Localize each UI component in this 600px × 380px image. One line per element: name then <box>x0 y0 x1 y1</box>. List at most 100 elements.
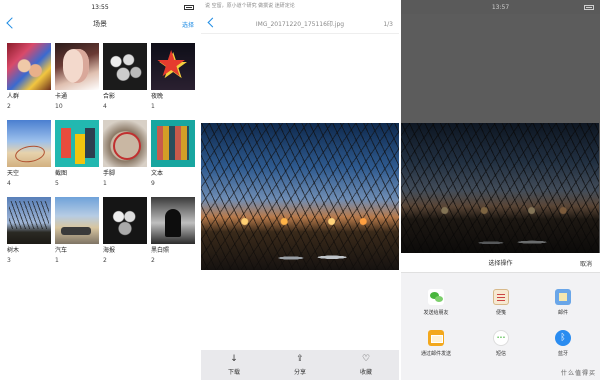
album-count: 1 <box>55 257 59 264</box>
dimmed-photo <box>401 123 599 253</box>
share-label: 分享 <box>293 369 306 376</box>
share-icon: ⇪ <box>296 354 304 364</box>
album-count: 1 <box>151 103 155 110</box>
option-label: 发送给朋友 <box>423 310 449 316</box>
album-count: 5 <box>55 180 59 187</box>
option-label: 通过邮件发送 <box>420 351 451 357</box>
email-icon <box>428 330 444 346</box>
notification-text: 说 空留，原小道个研究 做撰说 迷研定论 <box>205 3 295 9</box>
album-thumbnail <box>151 43 195 90</box>
notes-option[interactable]: 便笺 <box>471 289 531 316</box>
download-icon: ↓ <box>230 354 238 364</box>
album-thumbnail <box>151 120 195 167</box>
send-to-friend-option[interactable]: 发送给朋友 <box>406 289 466 316</box>
album-count: 1 <box>103 180 107 187</box>
album-label: 合影 <box>103 93 116 100</box>
share-sheet-panel: 13:57 选择操作 取消 发送给朋友 便笺 邮件 通过邮件发送 ••• 短信 … <box>401 0 600 380</box>
albums-panel: 13:55 场景 选择 人群 2 卡通 10 合影 4 夜晚 1 天 <box>0 0 200 380</box>
photo-trees <box>401 123 599 253</box>
battery-icon <box>583 4 594 10</box>
album-thumbnail <box>55 43 99 90</box>
album-item-sky[interactable]: 天空 4 <box>7 120 51 187</box>
option-label: 蓝牙 <box>557 351 568 357</box>
album-label: 人群 <box>7 93 20 100</box>
photo-cars <box>260 249 364 265</box>
wechat-icon <box>428 289 444 305</box>
battery-icon <box>184 4 195 10</box>
favorite-label: 收藏 <box>359 369 372 376</box>
album-thumbnail <box>7 43 51 90</box>
select-button[interactable]: 选择 <box>182 20 194 29</box>
option-label: 短信 <box>495 351 506 357</box>
album-thumbnail <box>55 120 99 167</box>
viewer-toolbar: ↓ 下载 ⇪ 分享 ♡ 收藏 <box>201 350 399 380</box>
photo-cars <box>460 234 564 248</box>
album-label: 汽车 <box>55 247 68 254</box>
album-label: 卡通 <box>55 93 68 100</box>
album-label: 夜晚 <box>151 93 164 100</box>
bluetooth-icon: ᛒ <box>555 330 571 346</box>
file-name: IMG_20171220_175116印.jpg <box>255 21 345 28</box>
album-item-black-white[interactable]: 黑白照 2 <box>151 197 195 264</box>
album-item-text[interactable]: 文本 9 <box>151 120 195 187</box>
status-bar: 13:57 <box>401 0 600 14</box>
status-time: 13:57 <box>491 3 510 11</box>
send-via-email-option[interactable]: 通过邮件发送 <box>406 330 466 357</box>
album-item-hands-feet[interactable]: 手脚 1 <box>103 120 147 187</box>
album-item-cartoon[interactable]: 卡通 10 <box>55 43 99 110</box>
page-indicator: 1/3 <box>383 21 393 28</box>
album-item-cars[interactable]: 汽车 1 <box>55 197 99 264</box>
mail-app-icon <box>555 289 571 305</box>
photo-trees <box>201 123 399 270</box>
action-sheet-header: 选择操作 取消 <box>401 253 600 273</box>
option-label: 便笺 <box>495 310 506 316</box>
album-label: 文本 <box>151 170 164 177</box>
status-time: 13:55 <box>91 3 109 11</box>
albums-nav-bar: 场景 选择 <box>0 14 200 34</box>
favorite-button[interactable]: ♡ 收藏 <box>333 350 399 380</box>
page-title: 场景 <box>93 20 107 28</box>
share-button[interactable]: ⇪ 分享 <box>267 350 333 380</box>
option-label: 邮件 <box>557 310 568 316</box>
album-thumbnail <box>7 120 51 167</box>
viewer-nav-bar: IMG_20171220_175116印.jpg 1/3 <box>201 14 399 34</box>
album-item-crowd[interactable]: 人群 2 <box>7 43 51 110</box>
album-label: 截图 <box>55 170 68 177</box>
album-label: 海报 <box>103 247 116 254</box>
photo-lights <box>420 203 580 217</box>
album-item-trees[interactable]: 树木 3 <box>7 197 51 264</box>
album-label: 树木 <box>7 247 20 254</box>
album-label: 天空 <box>7 170 20 177</box>
album-thumbnail <box>7 197 51 244</box>
sms-icon <box>493 330 509 346</box>
album-thumbnail <box>103 197 147 244</box>
sms-option[interactable]: 短信 <box>471 330 531 357</box>
album-count: 10 <box>55 103 63 110</box>
album-count: 2 <box>7 103 11 110</box>
album-item-night[interactable]: 夜晚 1 <box>151 43 195 110</box>
cancel-button[interactable]: 取消 <box>580 259 592 268</box>
album-item-group-photo[interactable]: 合影 4 <box>103 43 147 110</box>
album-label: 手脚 <box>103 170 116 177</box>
dimmed-overlay[interactable] <box>401 14 600 124</box>
bluetooth-option[interactable]: ᛒ 蓝牙 <box>533 330 593 357</box>
photo-image[interactable] <box>201 123 399 270</box>
album-label: 黑白照 <box>151 247 170 254</box>
notes-icon <box>493 289 509 305</box>
photo-lights <box>220 214 380 229</box>
status-bar: 13:55 <box>0 0 200 14</box>
album-thumbnail <box>55 197 99 244</box>
action-sheet: 选择操作 取消 发送给朋友 便笺 邮件 通过邮件发送 短信 ᛒ 蓝牙 什么值得买 <box>401 253 600 380</box>
album-item-screenshot[interactable]: 截图 5 <box>55 120 99 187</box>
mail-option[interactable]: 邮件 <box>533 289 593 316</box>
download-label: 下载 <box>227 369 240 376</box>
download-button[interactable]: ↓ 下载 <box>201 350 267 380</box>
album-item-posters[interactable]: 海报 2 <box>103 197 147 264</box>
status-icons <box>532 4 594 11</box>
status-icons <box>131 4 195 11</box>
album-thumbnail <box>103 120 147 167</box>
heart-icon: ♡ <box>361 354 371 364</box>
album-count: 2 <box>103 257 107 264</box>
watermark: 什么值得买 <box>560 370 596 377</box>
album-thumbnail <box>103 43 147 90</box>
